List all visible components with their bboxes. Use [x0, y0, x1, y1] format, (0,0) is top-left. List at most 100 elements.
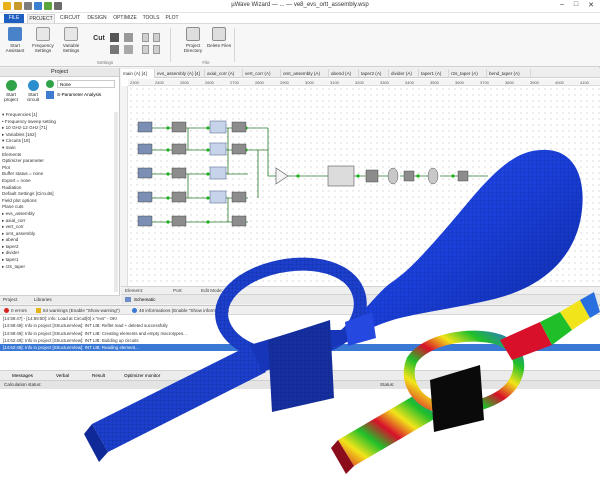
- tab-file[interactable]: FILE: [4, 14, 24, 23]
- tree-item[interactable]: Radiation: [2, 185, 116, 192]
- copy-icon[interactable]: [110, 33, 119, 42]
- ruler-tick: 2900: [280, 80, 289, 85]
- clear-icon[interactable]: [124, 45, 133, 54]
- variable-settings-button[interactable]: Variable Settings: [58, 27, 84, 53]
- tree-item[interactable]: Default Settings [Circuits]: [2, 191, 116, 198]
- doc-tab-main[interactable]: main (A) [4]: [121, 69, 155, 78]
- delete-icon: [212, 27, 226, 41]
- tree-item[interactable]: ▸ evs_assembly: [2, 211, 116, 218]
- tree-item[interactable]: ▾ Circuits [18]: [2, 138, 116, 145]
- tree-item[interactable]: ▸ divider: [2, 250, 116, 257]
- start-project-button[interactable]: Start project: [2, 80, 20, 102]
- calculation-status: Calculation status:: [4, 382, 42, 387]
- tree-item[interactable]: ▸ omt_assembly: [2, 231, 116, 238]
- start-circuit-button[interactable]: Start circuit: [24, 80, 42, 102]
- tab-project[interactable]: PROJECT: [27, 14, 55, 23]
- doc-tab[interactable]: axial_corr (A): [205, 69, 243, 78]
- doc-tab[interactable]: divider (A): [389, 69, 419, 78]
- editor-status-bar: Element: Port: Edit Mode:: [121, 286, 600, 294]
- tree-item[interactable]: Plot: [2, 165, 116, 172]
- tab-verbal[interactable]: Verbal: [56, 371, 69, 380]
- doc-tab[interactable]: taper1 (A): [419, 69, 449, 78]
- doc-tab[interactable]: vert_corr (A): [243, 69, 281, 78]
- document-icon[interactable]: [153, 33, 160, 42]
- tab-schematic[interactable]: Schematic: [134, 295, 155, 304]
- assistant-icon: [8, 27, 22, 41]
- frequency-settings-button[interactable]: Frequency Settings: [30, 27, 56, 53]
- doc-tab[interactable]: omt_assembly (A): [281, 69, 329, 78]
- tree-item[interactable]: Export = none: [2, 178, 116, 185]
- tab-optimize[interactable]: OPTIMIZE: [111, 14, 139, 23]
- project-bottom-tabs: Project Libraries: [0, 295, 120, 304]
- warnings-filter[interactable]: 54 warnings (Enable "Show warning"): [43, 306, 120, 315]
- errors-filter[interactable]: 0 errors: [11, 306, 27, 315]
- tree-item[interactable]: Optimizer parameter: [2, 158, 116, 165]
- tree-item[interactable]: ▸ axial_corr: [2, 218, 116, 225]
- paste-icon[interactable]: [110, 45, 119, 54]
- tab-circuit[interactable]: CIRCUIT: [57, 14, 83, 23]
- variable-icon: [64, 27, 78, 41]
- tree-item[interactable]: ▸ taper1: [2, 257, 116, 264]
- document-icon[interactable]: [153, 45, 160, 54]
- information-filter[interactable]: 48 informations (Enable "Show informatio…: [139, 306, 229, 315]
- doc-tab[interactable]: r2s_taper (A): [449, 69, 487, 78]
- ruler-tick: 3000: [305, 80, 314, 85]
- delete-files-button[interactable]: Delete Files: [206, 27, 232, 48]
- tab-tools[interactable]: TOOLS: [141, 14, 161, 23]
- ruler-tick: 2500: [180, 80, 189, 85]
- tree-item[interactable]: Field plot options: [2, 198, 116, 205]
- tree-item[interactable]: ▾ main: [2, 145, 116, 152]
- ruler-tick: 3800: [505, 80, 514, 85]
- tree-item[interactable]: Plane cuts: [2, 204, 116, 211]
- cut-button[interactable]: Cut: [86, 35, 112, 42]
- message-row[interactable]: [14:59:47] - [14:59:50]: info: Load at C…: [0, 315, 600, 322]
- close-icon[interactable]: ✕: [585, 1, 597, 9]
- doc-tab[interactable]: bend_taper (A): [487, 69, 531, 78]
- message-row[interactable]: [14:62:49]: Info in project [StructureVi…: [0, 337, 600, 344]
- tab-result[interactable]: Result: [92, 371, 105, 380]
- tree-item[interactable]: ▾ Frequencies [1]: [2, 112, 116, 119]
- tab-design[interactable]: DESIGN: [85, 14, 109, 23]
- tab-libraries[interactable]: Libraries: [34, 296, 52, 304]
- format-icon[interactable]: [124, 33, 133, 42]
- tree-item[interactable]: ▸ r2s_taper: [2, 264, 116, 271]
- messages-filter-bar: 0 errors 54 warnings (Enable "Show warni…: [0, 306, 600, 315]
- vertical-ruler: [121, 86, 128, 286]
- document-icon[interactable]: [142, 45, 149, 54]
- project-directory-button[interactable]: Project Directory: [180, 27, 206, 53]
- tree-item[interactable]: Elements: [2, 152, 116, 159]
- tree-item[interactable]: ▸ 10 GHz-12 GHz [71]: [2, 125, 116, 132]
- tree-item[interactable]: ▸ taper2: [2, 244, 116, 251]
- tree-item[interactable]: ▸ abend: [2, 237, 116, 244]
- message-row[interactable]: [14:59:49]: Info in project [StructureVi…: [0, 330, 600, 337]
- title-bar: µWave Wizard — ... — ve8_evs_ortt_assemb…: [0, 0, 600, 13]
- ribbon-divider: [170, 28, 171, 62]
- screenshot-stage: µWave Wizard — ... — ve8_evs_ortt_assemb…: [0, 0, 600, 481]
- ruler-tick: 4100: [580, 80, 589, 85]
- doc-tab[interactable]: evs_assembly (A) [4]: [155, 69, 205, 78]
- tree-item[interactable]: • Frequency sweep setting: [2, 119, 116, 126]
- doc-tab[interactable]: taper2 (A): [359, 69, 389, 78]
- maximize-icon[interactable]: □: [570, 1, 582, 8]
- doc-tab[interactable]: abend (A): [329, 69, 359, 78]
- message-row-selected[interactable]: [14:62:49]: Info in project [StructureVi…: [0, 344, 600, 352]
- tab-optimizer-monitor[interactable]: Optimizer monitor: [124, 371, 160, 380]
- window-title: µWave Wizard — ... — ve8_evs_ortt_assemb…: [231, 2, 369, 8]
- schematic-editor: main (A) [4] evs_assembly (A) [4] axial_…: [121, 68, 600, 304]
- start-assistant-button[interactable]: Start Assistant: [2, 27, 28, 53]
- run-mode-select[interactable]: None: [57, 80, 115, 88]
- tab-messages[interactable]: Messages: [12, 371, 33, 380]
- run-mode-icon: [46, 80, 54, 88]
- tab-plot[interactable]: PLOT: [163, 14, 181, 23]
- schematic-canvas[interactable]: [128, 86, 600, 286]
- schematic-icon: [125, 297, 131, 302]
- analysis-select[interactable]: S-Parameter Analysis: [57, 91, 115, 99]
- tree-item[interactable]: ▸ Variables [162]: [2, 132, 116, 139]
- tree-item[interactable]: ▸ vert_corr: [2, 224, 116, 231]
- document-icon[interactable]: [142, 33, 149, 42]
- tree-scrollbar[interactable]: [114, 112, 118, 292]
- message-row[interactable]: [14:59:49]: Info in project [StructureVi…: [0, 322, 600, 329]
- tab-project-bottom[interactable]: Project: [3, 296, 17, 304]
- minimize-icon[interactable]: –: [556, 1, 568, 8]
- tree-item[interactable]: Buffer status = none: [2, 171, 116, 178]
